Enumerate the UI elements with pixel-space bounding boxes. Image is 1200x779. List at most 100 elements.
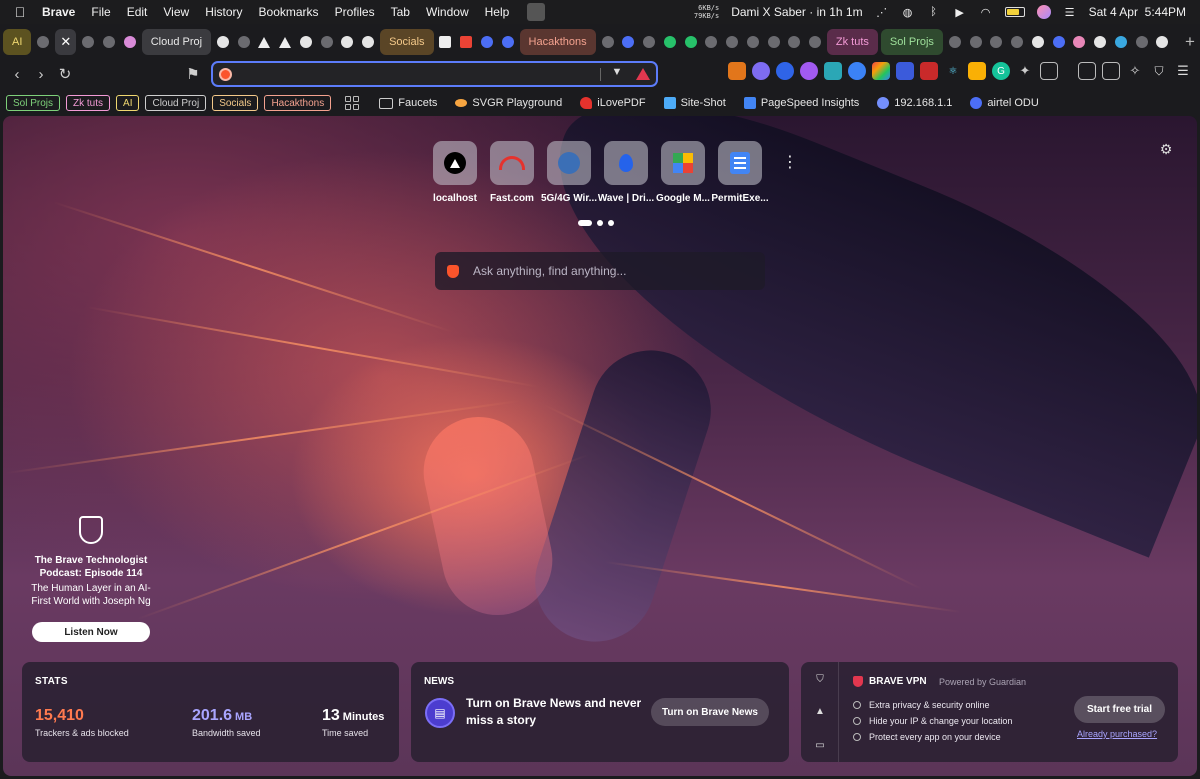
apps-grid-icon[interactable]: [345, 96, 360, 110]
tab-github-icon-5[interactable]: [1029, 30, 1047, 54]
top-site-wave[interactable]: Wave | Dri...: [598, 141, 654, 204]
bookmark-group-zk-tuts[interactable]: Zk tuts: [66, 95, 111, 111]
tab-openai-icon[interactable]: [34, 30, 52, 54]
turn-on-news-button[interactable]: Turn on Brave News: [651, 698, 769, 726]
top-site-fast-com[interactable]: Fast.com: [490, 141, 534, 204]
tab-generic-icon-13[interactable]: [1133, 30, 1151, 54]
bookmark-group-sol-projs[interactable]: Sol Projs: [6, 95, 61, 111]
battery-icon[interactable]: [1004, 7, 1025, 17]
listen-now-button[interactable]: Listen Now: [32, 622, 150, 642]
user-avatar[interactable]: [1036, 5, 1051, 19]
menu-help[interactable]: Help: [477, 5, 518, 19]
tab-github-icon-2[interactable]: [297, 30, 315, 54]
tab-green-icon[interactable]: [661, 30, 679, 54]
page-dot[interactable]: [608, 220, 614, 226]
tab-loading-icon[interactable]: [235, 30, 253, 54]
bookmark-group-socials[interactable]: Socials: [212, 95, 259, 111]
talk-widget-tab-icon[interactable]: ▭: [814, 740, 826, 752]
rewards-widget-tab-icon[interactable]: ▲: [814, 706, 826, 718]
apple-icon[interactable]: : [0, 4, 40, 20]
top-site-localhost[interactable]: localhost: [433, 141, 477, 204]
bookmark-pagespeed-insights[interactable]: PageSpeed Insights: [738, 97, 865, 109]
tab-globe-icon[interactable]: [79, 30, 97, 54]
tab-blue-icon[interactable]: [478, 30, 496, 54]
diamond-extension-icon[interactable]: [848, 62, 866, 80]
sidebar-toggle-icon[interactable]: [1078, 62, 1096, 80]
profile-thumbnail-icon[interactable]: [527, 3, 546, 21]
bookmark-icon[interactable]: ⚑: [181, 62, 205, 86]
calendar-event[interactable]: Dami X Saber · in 1h 1m: [731, 5, 862, 19]
tab-generic-icon-4[interactable]: [723, 30, 741, 54]
bookmark-group-cloud-proj[interactable]: Cloud Proj: [145, 95, 207, 111]
cloud-extension-icon[interactable]: [752, 62, 770, 80]
tab-github-icon-4[interactable]: [359, 30, 377, 54]
vee-extension-icon[interactable]: [824, 62, 842, 80]
tab-blue-icon-3[interactable]: [619, 30, 637, 54]
bookmark-faucets[interactable]: Faucets: [373, 97, 443, 109]
grammarly-extension-icon[interactable]: G: [992, 62, 1010, 80]
tab-github-icon-3[interactable]: [339, 30, 357, 54]
reload-button[interactable]: ↻: [53, 62, 77, 86]
tab-generic-icon-5[interactable]: [744, 30, 762, 54]
screenshot-extension-icon[interactable]: [1040, 62, 1058, 80]
tab-pink-icon-2[interactable]: [1070, 30, 1088, 54]
bookmark-router[interactable]: 192.168.1.1: [871, 97, 958, 109]
tab-group-cloud-proj[interactable]: Cloud Proj: [141, 29, 212, 55]
bluetooth-icon[interactable]: ᛒ: [927, 5, 941, 19]
menu-file[interactable]: File: [83, 5, 118, 19]
tab-group-ai[interactable]: AI: [3, 29, 32, 55]
tab-chart-icon[interactable]: [1091, 30, 1109, 54]
menu-history[interactable]: History: [197, 5, 250, 19]
menu-app-name[interactable]: Brave: [40, 5, 83, 19]
bookmark-svgr-playground[interactable]: SVGR Playground: [449, 97, 568, 109]
main-menu-icon[interactable]: ☰: [1174, 62, 1192, 80]
page-dot[interactable]: [597, 220, 603, 226]
tab-group-zk-tuts[interactable]: Zk tuts: [826, 29, 878, 55]
activity-icon[interactable]: ⋰: [875, 5, 889, 19]
metamask-extension-icon[interactable]: [728, 62, 746, 80]
gear-extension-icon[interactable]: [896, 62, 914, 80]
play-icon[interactable]: ▶: [953, 5, 967, 19]
active-tab-close-icon[interactable]: ✕: [55, 29, 77, 55]
forward-button[interactable]: ›: [29, 62, 53, 86]
tab-generic-icon[interactable]: [318, 30, 336, 54]
already-purchased-link[interactable]: Already purchased?: [1077, 729, 1157, 739]
tab-generic-icon-11[interactable]: [987, 30, 1005, 54]
tab-green-icon-2[interactable]: [682, 30, 700, 54]
tab-group-hacakthons[interactable]: Hacakthons: [519, 29, 596, 55]
puzzle-extension-icon[interactable]: ✦: [1016, 62, 1034, 80]
wallet-icon[interactable]: [1102, 62, 1120, 80]
brave-shields-icon[interactable]: ▼: [610, 66, 624, 82]
menu-view[interactable]: View: [155, 5, 197, 19]
tab-generic-icon-12[interactable]: [1008, 30, 1026, 54]
tab-group-socials[interactable]: Socials: [380, 29, 434, 55]
start-free-trial-button[interactable]: Start free trial: [1074, 696, 1165, 723]
back-button[interactable]: ‹: [5, 62, 29, 86]
bookmark-site-shot[interactable]: Site-Shot: [658, 97, 732, 109]
wifi-icon[interactable]: ◠: [979, 5, 993, 19]
tab-generic-icon-8[interactable]: [806, 30, 824, 54]
wifi-strength-icon[interactable]: ◍: [901, 5, 915, 19]
tab-circle-icon[interactable]: [100, 30, 118, 54]
tab-vercel-icon[interactable]: [256, 30, 274, 54]
tab-generic-icon-3[interactable]: [702, 30, 720, 54]
leo-ai-icon[interactable]: ✧: [1126, 62, 1144, 80]
vpn-widget-tab-icon[interactable]: ⛉: [814, 674, 826, 686]
tab-generic-icon-7[interactable]: [785, 30, 803, 54]
customize-settings-icon[interactable]: ⚙: [1158, 141, 1174, 157]
tab-k-icon[interactable]: [599, 30, 617, 54]
bookmark-airtel-odu[interactable]: airtel ODU: [964, 97, 1044, 109]
search-box[interactable]: [435, 252, 765, 290]
color-extension-icon[interactable]: [872, 62, 890, 80]
top-site-google-maps[interactable]: Google M...: [656, 141, 710, 204]
tab-blue-icon-4[interactable]: [1050, 30, 1068, 54]
bookmark-ilovepdf[interactable]: iLovePDF: [574, 97, 651, 109]
react-extension-icon[interactable]: ⚛: [944, 62, 962, 80]
menu-bookmarks[interactable]: Bookmarks: [251, 5, 327, 19]
menu-tab[interactable]: Tab: [383, 5, 418, 19]
tab-vercel-icon-2[interactable]: [276, 30, 294, 54]
tab-x-icon[interactable]: [437, 30, 455, 54]
page-dot-active[interactable]: [578, 220, 592, 226]
menu-profiles[interactable]: Profiles: [327, 5, 383, 19]
tab-generic-icon-6[interactable]: [765, 30, 783, 54]
